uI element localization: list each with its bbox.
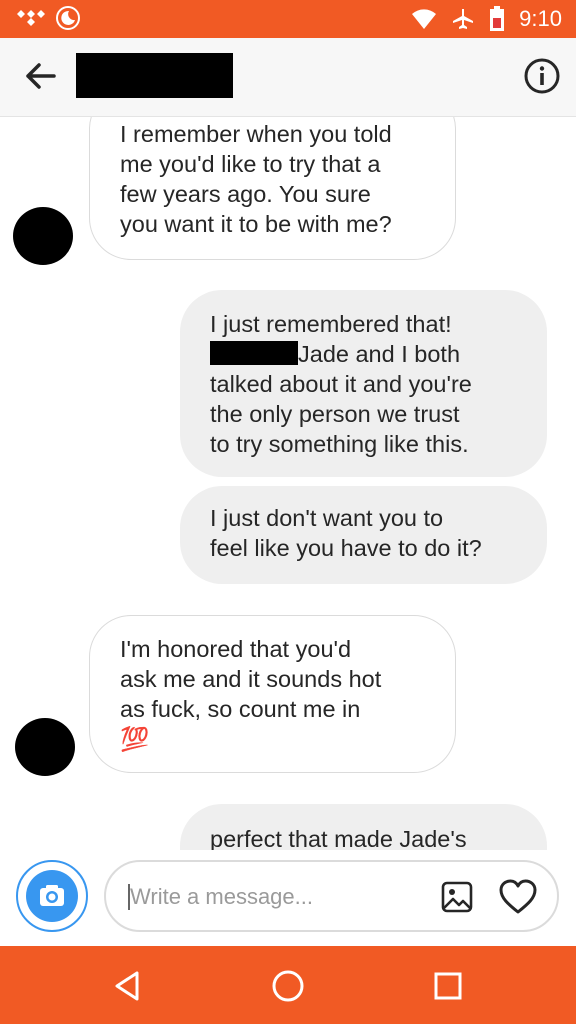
message-line: perfect that made Jade's [210,826,467,850]
message-line: I just don't want you to [210,505,444,531]
message-bubble-incoming[interactable]: I remember when you told me you'd like t… [89,117,456,260]
nav-recents-icon[interactable] [428,966,468,1006]
message-line: to try something like this. [210,431,469,457]
message-line: talked about it and you're [210,371,472,397]
info-icon[interactable] [523,57,561,95]
message-line: the only person we trust [210,401,460,427]
chat-header [0,38,576,117]
status-time: 9:10 [519,6,562,31]
message-line: I'm honored that you'd [120,636,352,662]
redacted-name [210,341,298,365]
battery-icon [490,6,505,31]
airplane-icon [453,9,474,29]
back-arrow-icon[interactable] [20,56,60,96]
message-line: as fuck, so count me in [120,696,361,722]
message-line: feel like you have to do it? [210,535,482,561]
message-bubble-incoming[interactable]: I'm honored that you'd ask me and it sou… [89,615,456,773]
message-line: I remember when you told [120,121,392,147]
moon-icon [56,6,80,30]
contact-avatar[interactable] [13,207,73,265]
message-line: Jade and I both [210,339,517,369]
message-line: ask me and it sounds hot [120,666,382,692]
message-bubble-outgoing[interactable]: I just remembered that! Jade and I both … [180,290,547,477]
status-bar: 9:10 [0,0,576,38]
camera-icon [40,885,64,906]
message-bubble-outgoing[interactable]: I just don't want you to feel like you h… [180,486,547,584]
redacted-contact-name[interactable] [76,53,233,98]
message-thread[interactable]: I remember when you told me you'd like t… [0,117,576,850]
navigation-bar [0,946,576,1024]
contact-avatar[interactable] [15,718,75,776]
camera-button[interactable] [16,860,88,932]
message-line: me you'd like to try that a [120,151,381,177]
message-bubble-outgoing[interactable]: perfect that made Jade's [180,804,547,850]
message-composer: Write a message... [0,850,576,946]
message-input-placeholder: Write a message... [130,884,313,909]
gallery-icon[interactable] [440,880,474,914]
nav-back-icon[interactable] [108,966,148,1006]
tidal-icon [17,10,45,26]
message-line: few years ago. You sure [120,181,371,207]
message-line: I just remembered that! [210,311,452,337]
message-line: you want it to be with me? [120,211,392,237]
heart-icon[interactable] [498,878,538,916]
hundred-points-emoji: 💯 [120,726,150,752]
nav-home-icon[interactable] [268,966,308,1006]
wifi-icon [412,9,437,29]
message-input[interactable]: Write a message... [104,860,559,932]
